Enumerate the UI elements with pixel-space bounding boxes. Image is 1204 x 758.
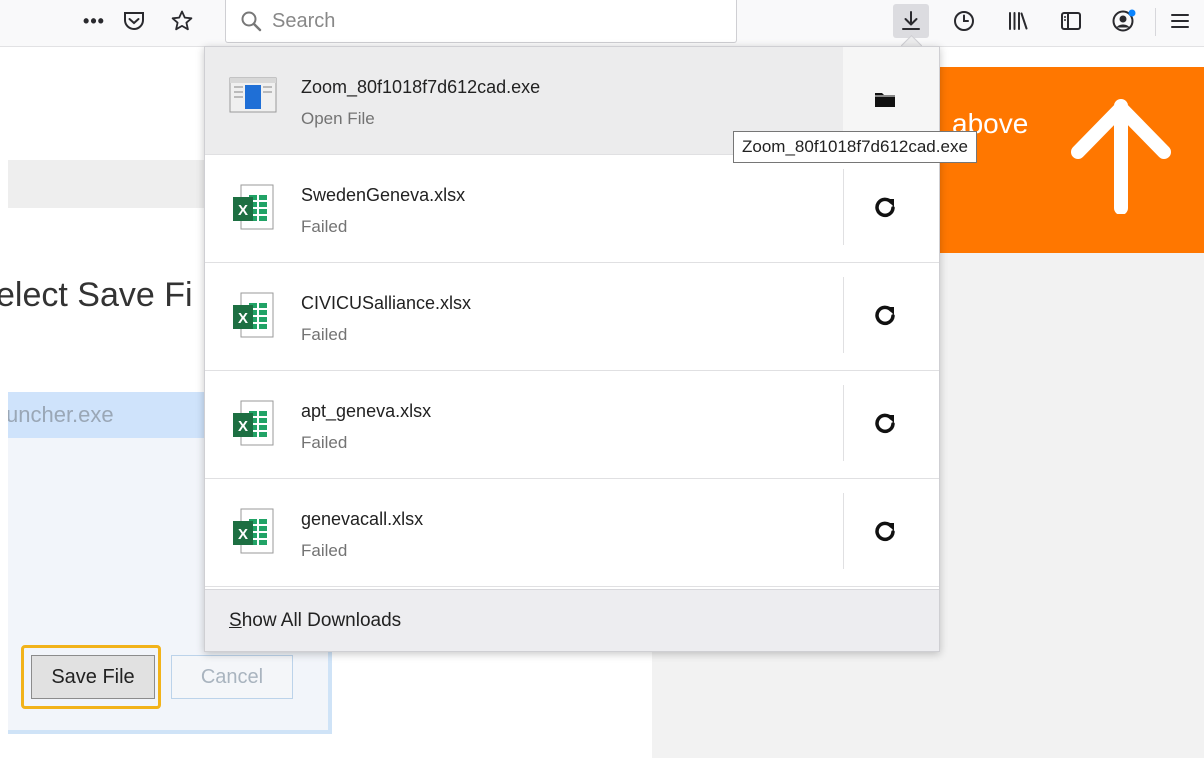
- download-item[interactable]: Xgenevacall.xlsx Failed: [205, 479, 939, 587]
- folder-icon: [874, 90, 896, 113]
- history-button[interactable]: [946, 4, 982, 38]
- page-heading: elect Save Fi: [0, 276, 193, 314]
- search-input[interactable]: [272, 9, 672, 33]
- download-status: Failed: [301, 217, 348, 236]
- sidebar-button[interactable]: [1053, 4, 1089, 38]
- page-actions-button[interactable]: •••: [76, 4, 112, 38]
- app-menu-button[interactable]: [1162, 4, 1198, 38]
- excel-file-icon: X: [229, 291, 277, 346]
- retry-icon: [874, 412, 896, 439]
- menu-icon: [1171, 14, 1189, 28]
- toolbar-separator: [1155, 8, 1156, 36]
- bookmark-button[interactable]: [164, 4, 200, 38]
- retry-icon: [874, 196, 896, 223]
- downloads-button[interactable]: [893, 4, 929, 38]
- page-grey-band: [8, 160, 206, 208]
- download-item[interactable]: X CIVICUSalliance.xlsx Failed: [205, 263, 939, 371]
- filename-field[interactable]: uncher.exe: [8, 392, 206, 438]
- download-filename: genevacall.xlsx: [301, 509, 424, 529]
- account-button[interactable]: [1106, 4, 1142, 38]
- search-bar[interactable]: [225, 0, 737, 43]
- up-arrow-icon: [1071, 99, 1171, 214]
- item-divider: [843, 169, 844, 245]
- download-status: Failed: [301, 325, 348, 344]
- browser-window: elect Save Fi uncher.exe Save File Cance…: [0, 0, 1204, 758]
- download-status: Failed: [301, 541, 348, 560]
- retry-download-button[interactable]: [865, 405, 905, 445]
- excel-file-icon: X: [229, 507, 277, 562]
- item-divider: [843, 277, 844, 353]
- exe-file-icon: [229, 77, 277, 118]
- pocket-button[interactable]: [116, 4, 152, 38]
- retry-download-button[interactable]: [865, 189, 905, 229]
- download-icon: [902, 11, 920, 30]
- download-item[interactable]: X SwedenGeneva.xlsx Failed: [205, 155, 939, 263]
- show-all-downloads-label: Show All Downloads: [229, 609, 402, 631]
- browser-toolbar: •••: [0, 0, 1204, 47]
- download-item[interactable]: Xapt_geneva.xlsx Failed: [205, 371, 939, 479]
- pocket-icon: [124, 12, 144, 30]
- save-file-button[interactable]: Save File: [31, 655, 155, 699]
- svg-text:X: X: [238, 310, 248, 327]
- library-button[interactable]: [1000, 4, 1036, 38]
- filename-tooltip: Zoom_80f1018f7d612cad.exe: [733, 131, 977, 163]
- retry-icon: [874, 520, 896, 547]
- filename-value: uncher.exe: [8, 402, 114, 427]
- cancel-button[interactable]: Cancel: [171, 655, 293, 699]
- retry-download-button[interactable]: [865, 297, 905, 337]
- download-filename: SwedenGeneva.xlsx: [301, 185, 466, 205]
- library-icon: [1009, 12, 1028, 30]
- history-icon: [954, 11, 974, 31]
- download-status: Open File: [301, 109, 375, 128]
- overflow-icon: •••: [83, 10, 105, 31]
- svg-text:X: X: [238, 418, 248, 435]
- download-filename: CIVICUSalliance.xlsx: [301, 293, 472, 313]
- item-divider: [843, 493, 844, 569]
- download-filename: apt_geneva.xlsx: [301, 401, 432, 421]
- show-all-downloads-button[interactable]: Show All Downloads: [205, 589, 939, 651]
- search-icon: [241, 11, 262, 32]
- svg-text:X: X: [238, 526, 248, 543]
- download-filename: Zoom_80f1018f7d612cad.exe: [301, 77, 541, 97]
- download-status: Failed: [301, 433, 348, 452]
- star-icon: [171, 10, 193, 31]
- item-divider: [843, 385, 844, 461]
- retry-icon: [874, 304, 896, 331]
- excel-file-icon: X: [229, 183, 277, 238]
- svg-text:X: X: [238, 202, 248, 219]
- excel-file-icon: X: [229, 399, 277, 454]
- page-background: [0, 52, 205, 156]
- sidebar-icon: [1061, 12, 1081, 30]
- retry-download-button[interactable]: [865, 513, 905, 553]
- show-in-folder-button[interactable]: [865, 81, 905, 121]
- account-icon: [1112, 9, 1136, 32]
